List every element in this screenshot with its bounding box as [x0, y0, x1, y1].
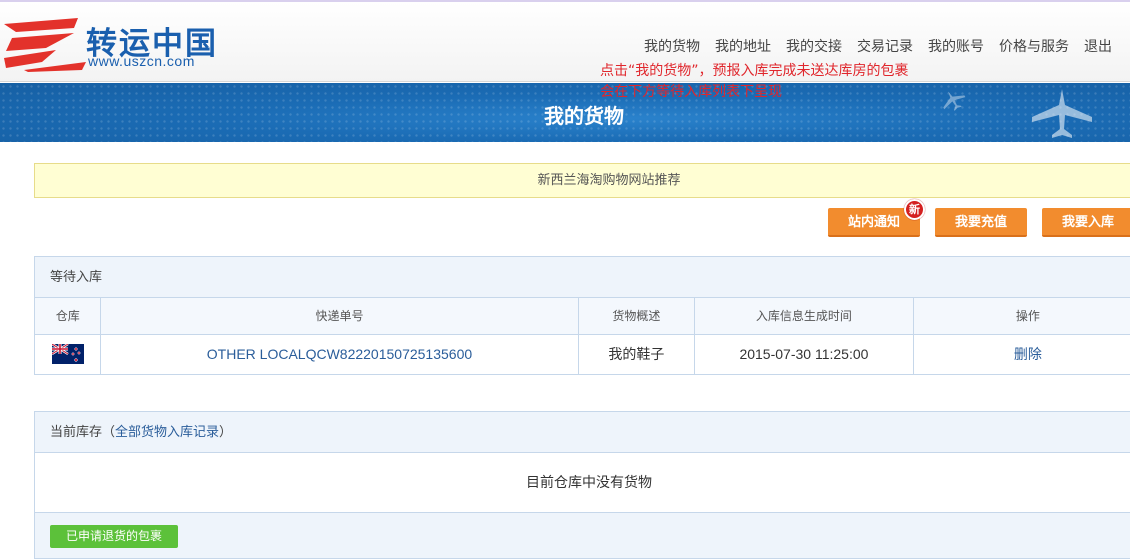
new-badge: 新 — [904, 199, 925, 220]
empty-message: 目前仓库中没有货物 — [35, 453, 1130, 513]
recharge-button[interactable]: 我要充值 — [935, 208, 1027, 237]
promo-bar[interactable]: 新西兰海淘购物网站推荐 — [34, 163, 1130, 198]
tracking-number[interactable]: OTHER LOCALQCW82220150725135600 — [100, 334, 579, 374]
main-nav: 我的货物 我的地址 我的交接 交易记录 我的账号 价格与服务 退出 — [644, 36, 1127, 56]
nav-my-handover[interactable]: 我的交接 — [786, 36, 842, 56]
new-zealand-flag-icon — [51, 344, 84, 365]
logo-url: www.uszcn.com — [88, 53, 195, 69]
annotation-text-2: 会在下方等待入库列表下呈现 — [600, 84, 782, 100]
all-records-link[interactable]: 全部货物入库记录 — [115, 425, 219, 440]
nav-pricing[interactable]: 价格与服务 — [999, 36, 1069, 56]
page-title: 我的货物 — [544, 104, 624, 128]
col-action: 操作 — [913, 298, 1130, 335]
pending-title: 等待入库 — [35, 257, 1130, 298]
pending-table: 仓库 快递单号 货物概述 入库信息生成时间 操作 OTHER LOCALQCW8… — [35, 298, 1130, 374]
created-time: 2015-07-30 11:25:00 — [694, 334, 914, 374]
col-description: 货物概述 — [578, 298, 696, 335]
warehouse-cell — [35, 334, 102, 374]
inventory-footer: 已申请退货的包裹 — [35, 513, 1130, 558]
table-row: OTHER LOCALQCW82220150725135600 我的鞋子 201… — [35, 334, 1130, 374]
promo-link[interactable]: 新西兰海淘购物网站推荐 — [537, 173, 680, 188]
stock-in-button[interactable]: 我要入库 — [1042, 208, 1130, 237]
nav-logout[interactable]: 退出 — [1084, 36, 1112, 56]
inventory-panel: 当前库存（全部货物入库记录） 目前仓库中没有货物 已申请退货的包裹 — [34, 411, 1130, 559]
nav-my-address[interactable]: 我的地址 — [715, 36, 771, 56]
col-tracking: 快递单号 — [100, 298, 579, 335]
nav-my-account[interactable]: 我的账号 — [928, 36, 984, 56]
nav-transactions[interactable]: 交易记录 — [857, 36, 913, 56]
goods-description: 我的鞋子 — [578, 334, 696, 374]
returned-packages-button[interactable]: 已申请退货的包裹 — [50, 525, 178, 548]
col-created: 入库信息生成时间 — [694, 298, 914, 335]
inventory-title: 当前库存 — [50, 425, 103, 440]
pending-panel: 等待入库 仓库 快递单号 货物概述 入库信息生成时间 操作 OTHER LOCA… — [34, 256, 1130, 375]
inventory-header: 当前库存（全部货物入库记录） — [35, 412, 1130, 453]
col-warehouse: 仓库 — [35, 298, 102, 335]
delete-link[interactable]: 删除 — [913, 334, 1130, 374]
page-banner: 我的货物 — [0, 83, 1130, 142]
site-header: 转运中国 www.uszcn.com 我的货物 我的地址 我的交接 交易记录 我… — [0, 0, 1130, 82]
table-header-row: 仓库 快递单号 货物概述 入库信息生成时间 操作 — [35, 298, 1130, 335]
nav-my-goods[interactable]: 我的货物 — [644, 36, 700, 56]
annotation-text: 点击“我的货物”，预报入库完成未送达库房的包裹 — [600, 63, 909, 79]
